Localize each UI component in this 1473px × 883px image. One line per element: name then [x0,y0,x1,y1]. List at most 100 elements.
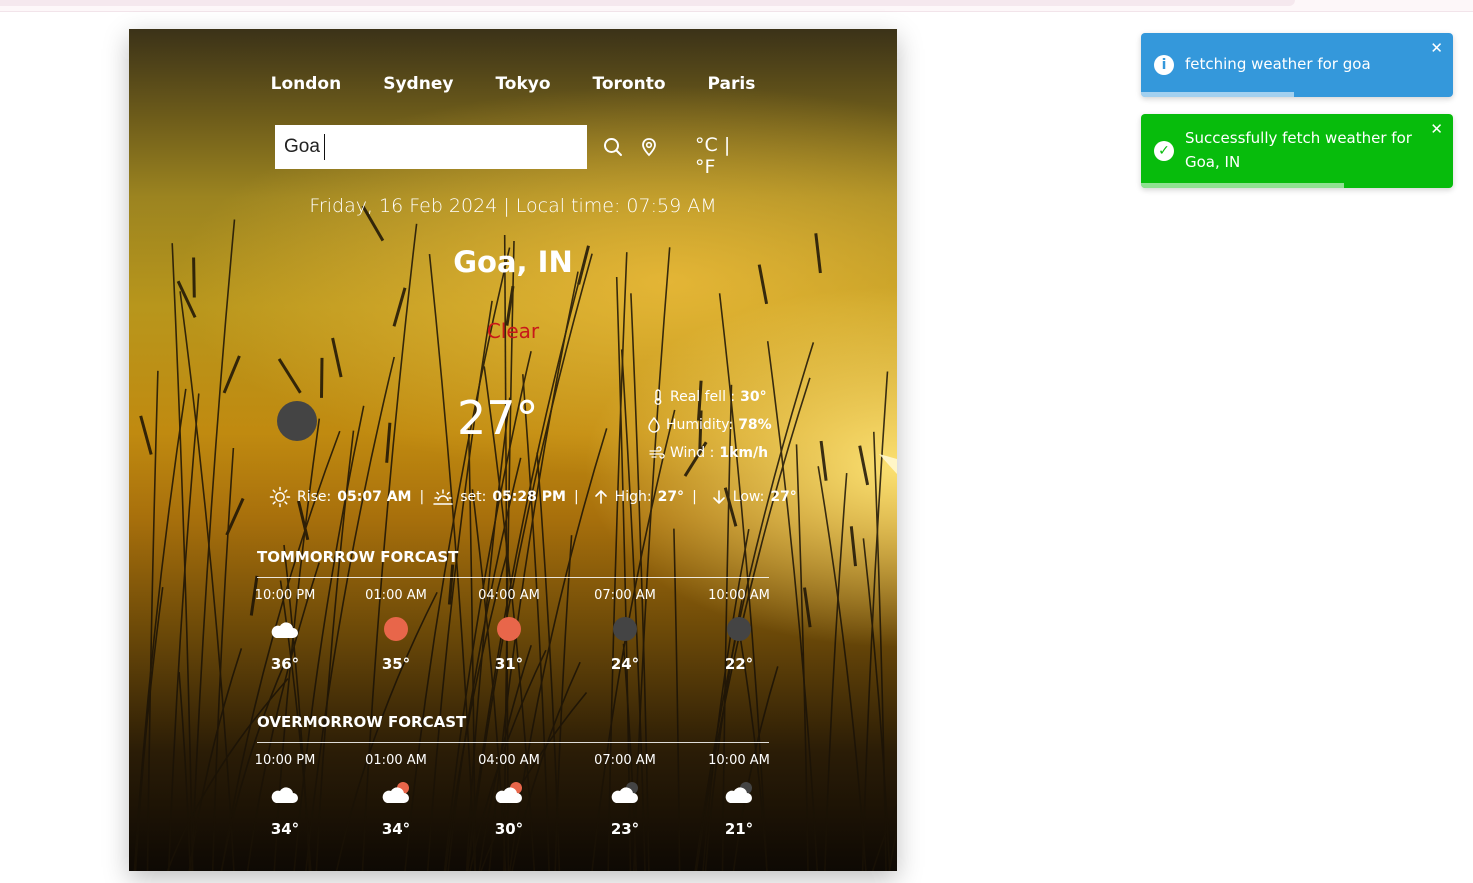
moon-icon [699,617,779,641]
forecast-time: 07:00 AM [594,753,656,768]
sunset-value: 05:28 PM [492,489,566,505]
cloud-icon [245,617,325,641]
location-pin-icon[interactable] [639,137,659,157]
weather-details: Real fell : 30° Humidity: 78% Wind : 1km… [648,383,772,467]
moon-icon [585,617,665,641]
forecast-temp: 22° [724,655,754,673]
forecast-temp: 31° [494,655,524,673]
forecast-item: 04:00 AM 30° [469,753,549,838]
humidity-value: 78% [738,417,772,433]
toast-message: Successfully fetch weather for Goa, IN [1185,129,1412,171]
search-icon[interactable] [603,137,623,157]
wind-value: 1km/h [719,445,769,461]
low-label: Low: [732,489,765,505]
city-link-sydney[interactable]: Sydney [383,74,453,94]
forecast-title: TOMMORROW FORCAST [257,548,459,566]
forecast-temp: 34° [381,820,411,838]
city-link-paris[interactable]: Paris [708,74,756,94]
humidity-row: Humidity: 78% [647,411,772,439]
text-caret [324,134,325,160]
real-feel-value: 30° [740,389,767,405]
sunset-icon [433,489,453,505]
sunrise-icon [269,486,291,508]
moon-disc [727,617,751,641]
celsius-button[interactable]: °C [695,134,718,156]
toast-message: fetching weather for goa [1185,55,1371,73]
forecast-item: 10:00 AM 21° [699,753,779,838]
browser-top-strip [0,0,1473,12]
info-icon: i [1154,55,1174,75]
forecast-time: 10:00 AM [708,588,770,603]
sunrise-value: 05:07 AM [337,489,412,505]
forecast-time: 10:00 PM [254,588,316,603]
wind-icon [649,446,665,459]
low-value: 27° [770,489,797,505]
forecast-item: 01:00 AM 34° [356,753,436,838]
toast-progress-bar [1141,92,1294,97]
forecast-time: 10:00 AM [708,753,770,768]
local-datetime: Friday, 16 Feb 2024 | Local time: 07:59 … [309,195,717,217]
forecast-temp: 34° [270,820,300,838]
wind-label: Wind : [670,445,715,461]
cloud-sun-icon [469,782,549,806]
fahrenheit-button[interactable]: °F [695,156,715,178]
real-feel-label: Real fell : [670,389,736,405]
browser-tab-strip [0,0,1295,6]
forecast-divider [257,742,769,743]
current-temperature: 27° [457,391,539,445]
sun-high-low-row: Rise: 05:07 AM | set: 05:28 PM | High: 2… [269,486,797,508]
forecast-list: 10:00 PM 36° 01:00 AM 35° 04:00 AM 31° 07:00 A… [255,588,770,688]
sun-icon [356,617,436,641]
city-nav: London Sydney Tokyo Toronto Paris [129,74,897,94]
cloud-moon-icon [585,782,665,806]
forecast-item: 01:00 AM 35° [356,588,436,673]
city-link-london[interactable]: London [271,74,342,94]
weather-condition: Clear [486,319,540,343]
wind-row: Wind : 1km/h [649,439,772,467]
forecast-temp: 21° [724,820,754,838]
search-input[interactable] [275,125,587,169]
forecast-time: 01:00 AM [365,753,427,768]
forecast-temp: 30° [494,820,524,838]
city-link-toronto[interactable]: Toronto [593,74,666,94]
forecast-time: 04:00 AM [478,753,540,768]
toast-progress-bar [1141,183,1344,188]
forecast-list: 10:00 PM 34° 01:00 AM 34° 04:00 AM 30° 07:00 A… [255,753,770,853]
forecast-item: 10:00 PM 34° [245,753,325,838]
forecast-time: 07:00 AM [594,588,656,603]
separator: | [692,489,697,505]
sun-icon [469,617,549,641]
toast-info[interactable]: i fetching weather for goa ✕ [1141,33,1453,97]
city-link-tokyo[interactable]: Tokyo [495,74,550,94]
real-feel-row: Real fell : 30° [651,383,772,411]
cloud-moon-icon [699,782,779,806]
close-icon[interactable]: ✕ [1430,120,1443,138]
forecast-temp: 36° [270,655,300,673]
sun-disc [497,617,521,641]
high-value: 27° [657,489,685,505]
forecast-item: 04:00 AM 31° [469,588,549,673]
unit-separator: | [723,134,731,156]
sunset-label: set: [460,489,487,505]
close-icon[interactable]: ✕ [1430,39,1443,57]
forecast-item: 07:00 AM 23° [585,753,665,838]
search-row: °C | °F [275,125,755,178]
forecast-item: 07:00 AM 24° [585,588,665,673]
location-title: Goa, IN [453,245,573,279]
check-icon: ✓ [1154,141,1174,161]
droplet-icon [648,417,660,433]
forecast-item: 10:00 AM 22° [699,588,779,673]
forecast-time: 10:00 PM [254,753,316,768]
forecast-time: 01:00 AM [365,588,427,603]
sun-disc [384,617,408,641]
separator: | [419,489,425,505]
toast-success[interactable]: ✓ Successfully fetch weather for Goa, IN… [1141,114,1453,188]
separator: | [573,489,579,505]
moon-icon [277,401,317,441]
forecast-temp: 23° [610,820,640,838]
cloud-icon [245,782,325,806]
forecast-temp: 24° [610,655,640,673]
arrow-up-icon [594,490,607,504]
forecast-divider [257,577,769,578]
thermometer-icon [654,389,662,405]
